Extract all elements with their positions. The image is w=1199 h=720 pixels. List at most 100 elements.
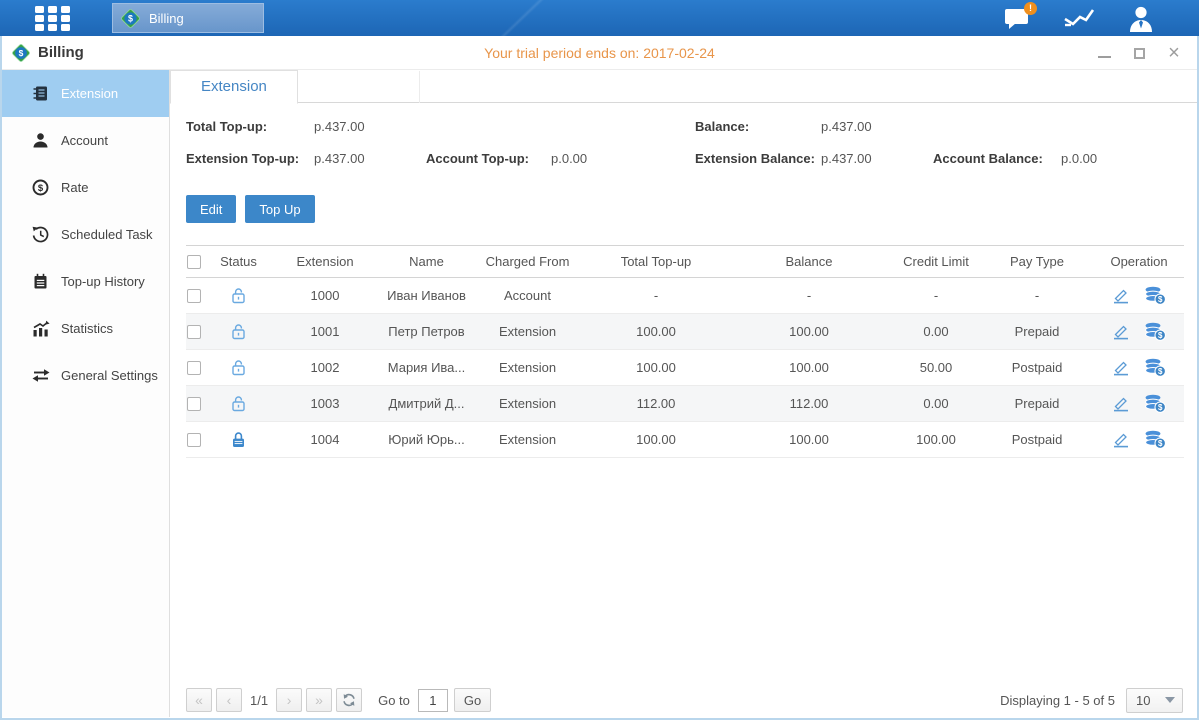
sidebar-item-label: Account: [61, 133, 108, 148]
topup-row-icon[interactable]: $: [1144, 394, 1166, 413]
topup-history-icon: [31, 273, 50, 291]
main-panel: Extension Total Top-up: p.437.00 Balance…: [170, 70, 1197, 717]
app-grid-icon[interactable]: [35, 6, 72, 31]
cell-pay-type: Prepaid: [980, 386, 1094, 422]
unlocked-icon[interactable]: [230, 358, 247, 377]
reports-chart-icon[interactable]: [1063, 4, 1095, 32]
page-size-dropdown[interactable]: 10: [1126, 688, 1183, 713]
go-button[interactable]: Go: [454, 688, 491, 712]
balance-value: p.437.00: [821, 119, 872, 134]
column-header-total-topup: Total Top-up: [586, 246, 726, 278]
billing-app-icon: $: [120, 8, 141, 29]
cell-balance: 100.00: [726, 314, 892, 350]
svg-text:$: $: [128, 13, 133, 23]
sidebar-item-statistics[interactable]: Statistics: [2, 305, 169, 352]
last-page-button[interactable]: »: [306, 688, 332, 712]
taskbar-item-label: Billing: [149, 11, 184, 26]
row-checkbox[interactable]: [187, 397, 201, 411]
cell-total-topup: 100.00: [586, 350, 726, 386]
table-header-row: Status Extension Name Charged From Total…: [186, 246, 1184, 278]
cell-extension: 1000: [266, 278, 384, 314]
extension-balance-label: Extension Balance:: [695, 151, 815, 166]
sidebar-item-label: Statistics: [61, 321, 113, 336]
first-page-button[interactable]: «: [186, 688, 212, 712]
account-topup-value: p.0.00: [551, 151, 587, 166]
total-topup-label: Total Top-up:: [186, 119, 267, 134]
maximize-icon[interactable]: [1132, 46, 1146, 60]
sidebar-item-extension[interactable]: Extension: [2, 70, 169, 117]
cell-total-topup: -: [586, 278, 726, 314]
unlocked-icon[interactable]: [230, 394, 247, 413]
cell-balance: 112.00: [726, 386, 892, 422]
statistics-icon: [31, 320, 50, 338]
column-header-charged-from: Charged From: [469, 246, 586, 278]
cell-balance: 100.00: [726, 350, 892, 386]
window-title: Billing: [38, 44, 84, 61]
sidebar-item-account[interactable]: Account: [2, 117, 169, 164]
unlocked-icon[interactable]: [230, 286, 247, 305]
svg-text:$: $: [38, 183, 44, 194]
extension-topup-value: p.437.00: [314, 151, 365, 166]
cell-credit-limit: 0.00: [892, 314, 980, 350]
column-header-operation: Operation: [1094, 246, 1184, 278]
page-indicator: 1/1: [250, 693, 268, 708]
previous-page-button[interactable]: ‹: [216, 688, 242, 712]
tab-extension[interactable]: Extension: [170, 70, 298, 104]
select-all-checkbox[interactable]: [187, 255, 201, 269]
sidebar-item-general-settings[interactable]: General Settings: [2, 352, 169, 399]
next-page-button[interactable]: ›: [276, 688, 302, 712]
rate-icon: $: [31, 179, 50, 197]
messages-icon[interactable]: !: [1001, 4, 1033, 32]
trial-notice: Your trial period ends on: 2017-02-24: [2, 45, 1197, 61]
cell-balance: -: [726, 278, 892, 314]
cell-credit-limit: 100.00: [892, 422, 980, 458]
edit-row-icon[interactable]: [1112, 432, 1130, 448]
top-bar: $ Billing !: [0, 0, 1199, 36]
cell-total-topup: 112.00: [586, 386, 726, 422]
cell-total-topup: 100.00: [586, 314, 726, 350]
account-topup-label: Account Top-up:: [426, 151, 529, 166]
unlocked-icon[interactable]: [230, 322, 247, 341]
sidebar-item-label: Top-up History: [61, 274, 145, 289]
toolbar: Edit Top Up: [186, 195, 315, 223]
close-icon[interactable]: ×: [1167, 46, 1181, 60]
cell-charged-from: Account: [469, 278, 586, 314]
topup-button[interactable]: Top Up: [245, 195, 314, 223]
cell-credit-limit: -: [892, 278, 980, 314]
minimize-icon[interactable]: [1097, 46, 1111, 60]
sidebar-item-topup-history[interactable]: Top-up History: [2, 258, 169, 305]
row-checkbox[interactable]: [187, 325, 201, 339]
column-header-credit-limit: Credit Limit: [892, 246, 980, 278]
topup-row-icon[interactable]: $: [1144, 358, 1166, 377]
column-header-extension: Extension: [266, 246, 384, 278]
locked-icon[interactable]: [230, 430, 247, 449]
refresh-button[interactable]: [336, 688, 362, 712]
row-checkbox[interactable]: [187, 289, 201, 303]
topup-row-icon[interactable]: $: [1144, 430, 1166, 449]
cell-name: Дмитрий Д...: [384, 386, 469, 422]
edit-button[interactable]: Edit: [186, 195, 236, 223]
cell-total-topup: 100.00: [586, 422, 726, 458]
row-checkbox[interactable]: [187, 361, 201, 375]
general-settings-icon: [31, 367, 50, 385]
edit-row-icon[interactable]: [1112, 396, 1130, 412]
sidebar-item-scheduled-task[interactable]: Scheduled Task: [2, 211, 169, 258]
column-header-pay-type: Pay Type: [980, 246, 1094, 278]
balance-summary: Total Top-up: p.437.00 Balance: p.437.00…: [186, 119, 1183, 187]
cell-extension: 1002: [266, 350, 384, 386]
topup-row-icon[interactable]: $: [1144, 322, 1166, 341]
topup-row-icon[interactable]: $: [1144, 286, 1166, 305]
edit-row-icon[interactable]: [1112, 324, 1130, 340]
goto-page-input[interactable]: [418, 689, 448, 712]
user-account-icon[interactable]: [1125, 4, 1157, 32]
edit-row-icon[interactable]: [1112, 360, 1130, 376]
billing-window: $ Billing Your trial period ends on: 201…: [0, 36, 1199, 720]
table-row: 1000 Иван Иванов Account - - - -: [186, 278, 1184, 314]
edit-row-icon[interactable]: [1112, 288, 1130, 304]
sidebar-item-rate[interactable]: $ Rate: [2, 164, 169, 211]
row-checkbox[interactable]: [187, 433, 201, 447]
taskbar-item-billing[interactable]: $ Billing: [112, 3, 264, 33]
extension-balance-value: p.437.00: [821, 151, 872, 166]
table-row: 1004 Юрий Юрь... Extension 100.00 100.00…: [186, 422, 1184, 458]
cell-balance: 100.00: [726, 422, 892, 458]
